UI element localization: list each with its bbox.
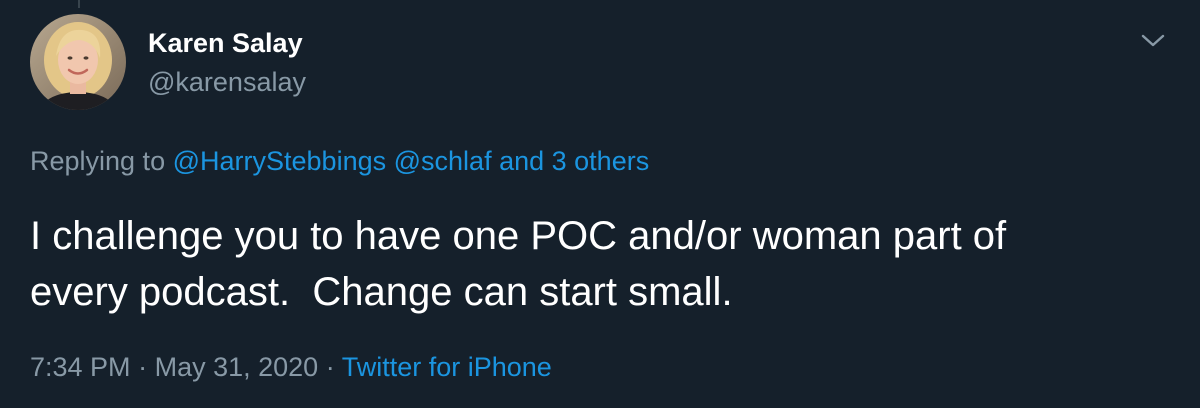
others-link[interactable]: and 3 others	[499, 146, 649, 176]
meta-separator: ·	[138, 352, 148, 382]
replying-to-label: Replying to	[30, 146, 166, 176]
mention-link[interactable]: @schlaf	[394, 146, 492, 176]
mention-link[interactable]: @HarryStebbings	[173, 146, 387, 176]
tweet-metadata: 7:34 PM · May 31, 2020 · Twitter for iPh…	[30, 352, 552, 383]
author-handle[interactable]: @karensalay	[148, 67, 306, 98]
chevron-down-icon	[1141, 34, 1165, 47]
tweet-source-link[interactable]: Twitter for iPhone	[342, 352, 552, 382]
tweet-date[interactable]: May 31, 2020	[155, 352, 319, 382]
thread-connector-line	[78, 0, 80, 8]
profile-photo-icon	[30, 14, 126, 110]
meta-separator: ·	[325, 352, 335, 382]
tweet-time[interactable]: 7:34 PM	[30, 352, 131, 382]
author-display-name[interactable]: Karen Salay	[148, 28, 303, 59]
tweet-menu-button[interactable]	[1136, 24, 1170, 58]
tweet-text: I challenge you to have one POC and/or w…	[30, 214, 1007, 314]
avatar[interactable]	[30, 14, 126, 110]
replying-to-line: Replying to @HarryStebbings @schlaf and …	[30, 146, 649, 177]
